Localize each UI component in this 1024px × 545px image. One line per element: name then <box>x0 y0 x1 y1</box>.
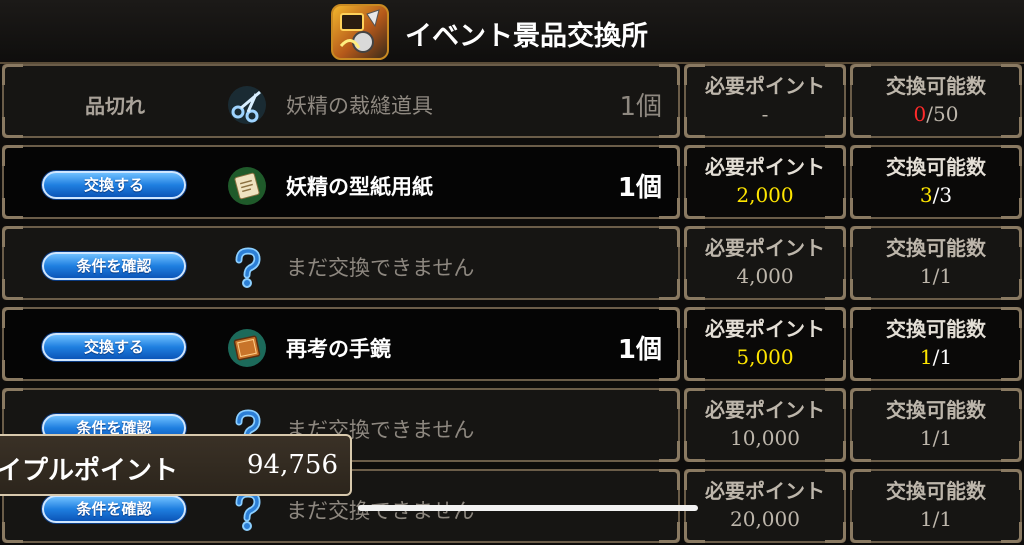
prize-row: 交換する 再考の手鏡 1個 必要ポイント 5,000 交換可能数 1/1 <box>0 305 1024 383</box>
home-indicator[interactable] <box>358 505 698 511</box>
prize-name: 妖精の型紙用紙 <box>286 175 433 199</box>
prize-row: 交換する 妖精の型紙用紙 1個 必要ポイント 2,000 交換可能数 3/3 <box>0 143 1024 221</box>
required-points-value: 10,000 <box>730 426 800 450</box>
prize-info-panel: 交換する 再考の手鏡 1個 <box>2 307 680 381</box>
required-points-box: 必要ポイント 5,000 <box>684 307 846 381</box>
prize-row: 品切れ 妖精の裁縫道具 1個 必要ポイント - 交換可能数 0/50 <box>0 62 1024 140</box>
required-points-label: 必要ポイント <box>705 74 825 98</box>
prize-quantity: 1個 <box>617 173 662 203</box>
exchange-limit-label: 交換可能数 <box>886 398 986 422</box>
exchange-limit-total: /1 <box>932 345 953 369</box>
exchange-limit-value: 1/1 <box>852 507 1020 531</box>
exchange-limit-used: 1 <box>919 345 933 369</box>
required-points-box: 必要ポイント 2,000 <box>684 145 846 219</box>
exchange-limit-box: 交換可能数 0/50 <box>850 64 1022 138</box>
exchange-limit-label: 交換可能数 <box>886 479 986 503</box>
exchange-limit-label: 交換可能数 <box>886 74 986 98</box>
exchange-limit-value: 1/1 <box>852 264 1020 288</box>
prize-row: 条件を確認 まだ交換できません 必要ポイント 4,000 交換可能数 1/1 <box>0 224 1024 302</box>
exchange-limit-value: 0/50 <box>852 102 1020 126</box>
prize-info-panel: 品切れ 妖精の裁縫道具 1個 <box>2 64 680 138</box>
exchange-limit-used: 1 <box>919 264 933 288</box>
required-points-value: 4,000 <box>736 264 794 288</box>
exchange-limit-value: 1/1 <box>852 426 1020 450</box>
exchange-limit-total: /1 <box>932 426 953 450</box>
exchange-limit-total: /3 <box>932 183 953 207</box>
prize-name: まだ交換できません <box>286 256 475 280</box>
page-title: イベント景品交換所 <box>405 21 648 52</box>
exchange-limit-label: 交換可能数 <box>886 317 986 341</box>
prize-info-panel: 交換する 妖精の型紙用紙 1個 <box>2 145 680 219</box>
exchange-limit-used: 1 <box>919 507 933 531</box>
prize-quantity: 1個 <box>617 335 662 365</box>
book-icon <box>226 327 268 369</box>
exchange-limit-used: 3 <box>919 183 933 207</box>
exchange-limit-used: 0 <box>913 102 927 126</box>
point-balance-value: 94,756 <box>247 450 338 480</box>
prize-info-panel: 条件を確認 まだ交換できません <box>2 226 680 300</box>
sold-out-label: 品切れ <box>85 94 145 118</box>
required-points-value: - <box>761 102 769 126</box>
required-points-box: 必要ポイント 10,000 <box>684 388 846 462</box>
point-balance-panel: イプルポイント 94,756 <box>0 434 352 496</box>
required-points-label: 必要ポイント <box>705 398 825 422</box>
required-points-box: 必要ポイント - <box>684 64 846 138</box>
required-points-box: 必要ポイント 4,000 <box>684 226 846 300</box>
exchange-limit-used: 1 <box>919 426 933 450</box>
exchange-limit-label: 交換可能数 <box>886 155 986 179</box>
prize-name: 再考の手鏡 <box>286 337 391 361</box>
prize-name: 妖精の裁縫道具 <box>286 94 433 118</box>
event-exchange-icon <box>331 4 389 60</box>
required-points-value: 5,000 <box>736 345 794 369</box>
header-bar: イベント景品交換所 <box>0 0 1024 64</box>
exchange-limit-total: /1 <box>932 264 953 288</box>
exchange-limit-box: 交換可能数 1/1 <box>850 388 1022 462</box>
required-points-value: 20,000 <box>730 507 800 531</box>
exchange-button[interactable]: 交換する <box>42 333 186 361</box>
required-points-value: 2,000 <box>736 183 794 207</box>
exchange-button[interactable]: 交換する <box>42 171 186 199</box>
scissors-icon <box>226 84 268 126</box>
exchange-limit-total: /50 <box>926 102 959 126</box>
exchange-limit-box: 交換可能数 1/1 <box>850 469 1022 543</box>
check-conditions-button[interactable]: 条件を確認 <box>42 252 186 280</box>
exchange-limit-box: 交換可能数 1/1 <box>850 307 1022 381</box>
required-points-label: 必要ポイント <box>705 317 825 341</box>
question-icon <box>226 246 268 288</box>
pattern-paper-icon <box>226 165 268 207</box>
required-points-box: 必要ポイント 20,000 <box>684 469 846 543</box>
required-points-label: 必要ポイント <box>705 155 825 179</box>
exchange-limit-box: 交換可能数 1/1 <box>850 226 1022 300</box>
exchange-limit-label: 交換可能数 <box>886 236 986 260</box>
exchange-limit-value: 1/1 <box>852 345 1020 369</box>
check-conditions-button[interactable]: 条件を確認 <box>42 495 186 523</box>
prize-quantity: 1個 <box>619 92 662 122</box>
point-balance-label: イプルポイント <box>0 456 179 486</box>
exchange-limit-value: 3/3 <box>852 183 1020 207</box>
required-points-label: 必要ポイント <box>705 236 825 260</box>
exchange-limit-total: /1 <box>932 507 953 531</box>
required-points-label: 必要ポイント <box>705 479 825 503</box>
exchange-limit-box: 交換可能数 3/3 <box>850 145 1022 219</box>
